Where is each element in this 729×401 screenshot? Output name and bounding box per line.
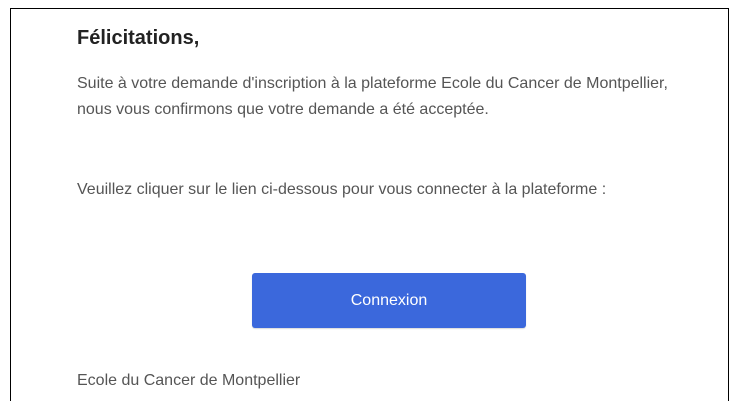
email-frame: Félicitations, Suite à votre demande d'i… <box>10 8 729 401</box>
instruction-paragraph: Veuillez cliquer sur le lien ci-dessous … <box>77 181 607 198</box>
email-greeting: Félicitations, <box>77 27 200 49</box>
connexion-button[interactable]: Connexion <box>252 273 526 328</box>
confirmation-paragraph: Suite à votre demande d'inscription à la… <box>77 75 668 118</box>
email-signature: Ecole du Cancer de Montpellier <box>77 372 301 389</box>
